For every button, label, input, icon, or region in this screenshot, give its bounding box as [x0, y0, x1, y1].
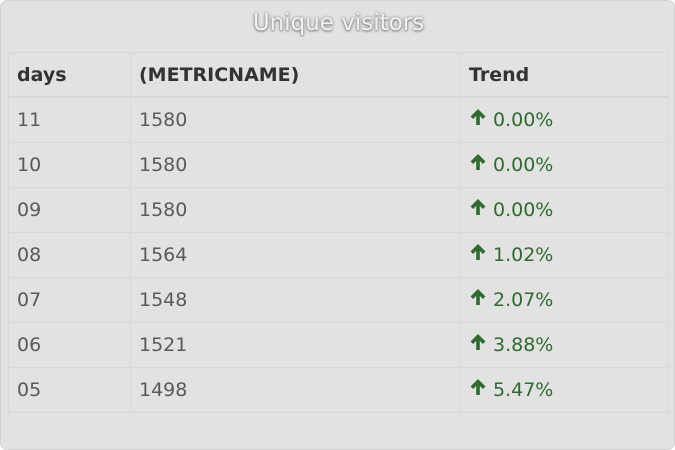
- trend-value: 0.00%: [493, 109, 554, 131]
- cell-day: 10: [8, 142, 131, 188]
- cell-trend: 1.02%: [460, 232, 669, 278]
- arrow-up-icon: [469, 288, 487, 311]
- column-header-trend[interactable]: Trend: [460, 52, 669, 98]
- arrow-up-icon: [469, 153, 487, 176]
- table-header-row: days (METRICNAME) Trend: [8, 52, 669, 98]
- visitors-table: days (METRICNAME) Trend 11 1580 0.00% 10…: [8, 52, 669, 413]
- cell-day: 11: [8, 96, 131, 143]
- table-row: 06 1521 3.88%: [8, 322, 669, 368]
- cell-value: 1580: [130, 142, 461, 188]
- trend-value: 0.00%: [493, 199, 554, 221]
- column-header-metric[interactable]: (METRICNAME): [130, 52, 461, 98]
- cell-day: 06: [8, 322, 131, 368]
- column-header-days[interactable]: days: [8, 52, 131, 98]
- trend-value: 1.02%: [493, 244, 554, 266]
- cell-trend: 0.00%: [460, 96, 669, 143]
- arrow-up-icon: [469, 333, 487, 356]
- cell-value: 1580: [130, 187, 461, 233]
- cell-day: 05: [8, 367, 131, 413]
- cell-value: 1580: [130, 96, 461, 143]
- table-row: 08 1564 1.02%: [8, 232, 669, 278]
- cell-value: 1548: [130, 277, 461, 323]
- widget-title: Unique visitors: [252, 10, 425, 36]
- cell-trend: 0.00%: [460, 142, 669, 188]
- cell-value: 1498: [130, 367, 461, 413]
- table-row: 07 1548 2.07%: [8, 277, 669, 323]
- table-row: 05 1498 5.47%: [8, 367, 669, 413]
- table-row: 09 1580 0.00%: [8, 187, 669, 233]
- table-container: days (METRICNAME) Trend 11 1580 0.00% 10…: [8, 52, 669, 413]
- table-body: 11 1580 0.00% 10 1580 0.00% 09 1580 0.00…: [8, 96, 669, 413]
- table-row: 11 1580 0.00%: [8, 96, 669, 143]
- cell-trend: 0.00%: [460, 187, 669, 233]
- arrow-up-icon: [469, 198, 487, 221]
- cell-day: 07: [8, 277, 131, 323]
- trend-value: 0.00%: [493, 154, 554, 176]
- cell-value: 1564: [130, 232, 461, 278]
- trend-value: 3.88%: [493, 334, 554, 356]
- table-row: 10 1580 0.00%: [8, 142, 669, 188]
- arrow-up-icon: [469, 378, 487, 401]
- widget-panel: Unique visitors days (METRICNAME) Trend …: [0, 0, 675, 450]
- trend-value: 2.07%: [493, 289, 554, 311]
- cell-trend: 2.07%: [460, 277, 669, 323]
- cell-day: 09: [8, 187, 131, 233]
- cell-trend: 3.88%: [460, 322, 669, 368]
- arrow-up-icon: [469, 108, 487, 131]
- trend-value: 5.47%: [493, 379, 554, 401]
- cell-trend: 5.47%: [460, 367, 669, 413]
- cell-day: 08: [8, 232, 131, 278]
- cell-value: 1521: [130, 322, 461, 368]
- arrow-up-icon: [469, 243, 487, 266]
